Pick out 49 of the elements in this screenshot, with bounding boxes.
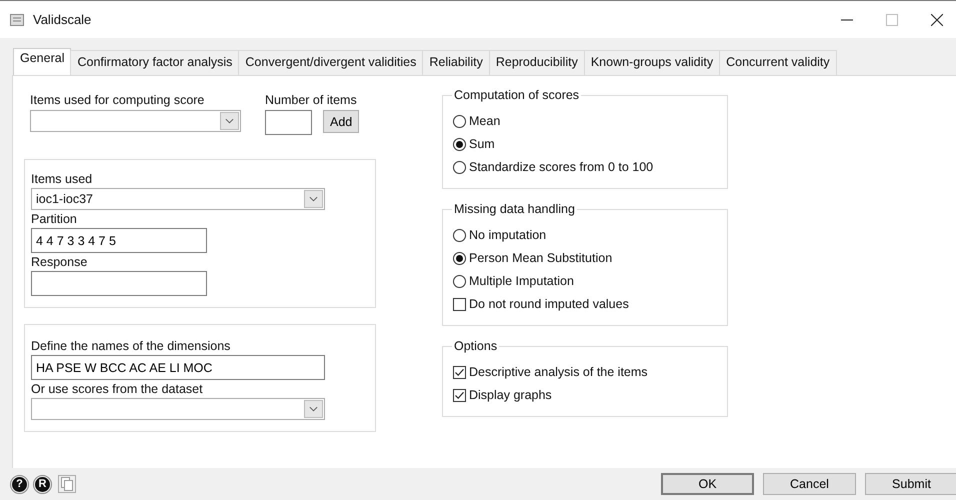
checkbox[interactable] [453, 388, 466, 402]
response-field[interactable] [31, 271, 207, 296]
dialog-button[interactable]: Cancel [763, 473, 856, 495]
field-label: Define the names of the dimensions [31, 339, 230, 353]
r-icon[interactable]: R [35, 476, 50, 492]
field-label: Or use scores from the dataset [31, 382, 203, 396]
option-label[interactable]: Standardize scores from 0 to 100 [469, 160, 654, 174]
radio-button[interactable] [453, 138, 466, 150]
radio-button[interactable] [453, 228, 466, 242]
dimensions-field[interactable]: HA PSE W BCC AC AE LI MOC [31, 355, 325, 380]
option-label[interactable]: Multiple Imputation [469, 274, 574, 288]
chevron-down-icon [309, 196, 318, 202]
option-label[interactable]: No imputation [469, 228, 546, 242]
group-title: Options [452, 339, 500, 353]
number-field[interactable] [265, 110, 312, 135]
field-label: Partition [31, 212, 77, 226]
option-label[interactable]: Person Mean Substitution [469, 251, 612, 265]
option-label[interactable]: Mean [469, 114, 500, 128]
field-label: Items used [31, 172, 92, 186]
radio-button[interactable] [453, 274, 466, 288]
dialog-button[interactable]: OK [661, 473, 754, 495]
radio-button[interactable] [453, 160, 466, 174]
items-used-dropdown[interactable]: ioc1-ioc37 [31, 188, 325, 210]
chevron-down-icon [309, 406, 318, 412]
option-label[interactable]: Display graphs [469, 388, 552, 402]
partition-field[interactable]: 4 4 7 3 3 4 7 5 [31, 228, 207, 253]
checkbox[interactable] [453, 366, 466, 378]
checkbox[interactable] [453, 298, 466, 310]
chevron-down-icon [225, 118, 234, 124]
option-label[interactable]: Sum [469, 137, 495, 151]
app-icon [10, 14, 24, 26]
radio-button[interactable] [453, 114, 466, 128]
help-icon[interactable]: ? [12, 476, 27, 492]
field-label: Items used for computing score [30, 93, 206, 107]
option-label[interactable]: Do not round imputed values [469, 297, 629, 311]
close-icon[interactable] [931, 14, 943, 26]
field-label: Number of items [265, 93, 358, 107]
group-title: Computation of scores [452, 88, 582, 102]
dialog-button[interactable]: Submit [865, 473, 956, 495]
window-title: Validscale [33, 12, 92, 27]
radio-button[interactable] [453, 252, 466, 264]
tab[interactable]: Confirmatory factor analysis [70, 50, 240, 75]
option-label[interactable]: Descriptive analysis of the items [469, 365, 648, 379]
group-title: Missing data handling [452, 202, 577, 216]
tab[interactable]: General [13, 48, 72, 75]
field-label: Response [31, 255, 88, 269]
tab[interactable]: Concurrent validity [719, 50, 837, 75]
add-button[interactable]: Add [323, 110, 360, 133]
copy-icon[interactable] [58, 475, 76, 493]
